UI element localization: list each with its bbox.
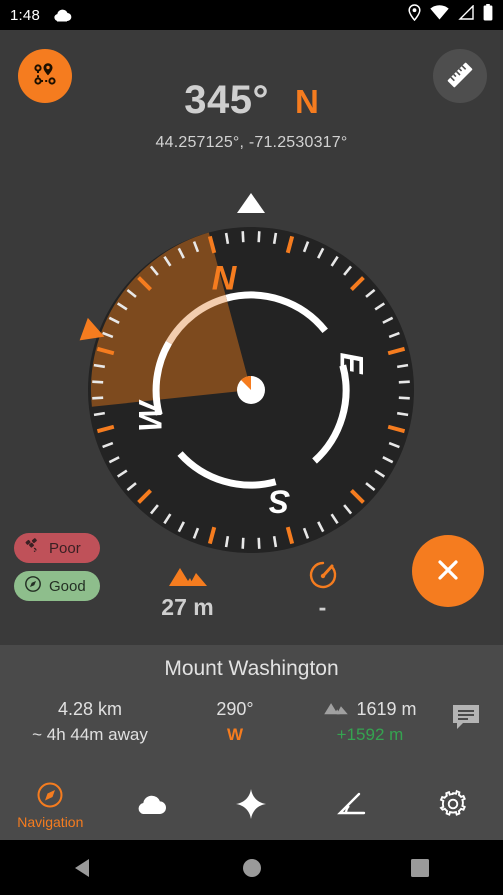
close-icon	[433, 555, 463, 588]
status-bar-icons	[408, 4, 493, 26]
target-details: 4.28 km ~ 4h 44m away 290° W 1619 m +159…	[0, 697, 503, 747]
mountain-icon	[120, 560, 255, 590]
gps-status-label: Poor	[49, 539, 81, 557]
heading-readout: 345° N	[0, 78, 503, 123]
back-icon[interactable]	[72, 856, 96, 880]
compass-status-badge[interactable]: Good	[14, 571, 100, 601]
heading-degrees: 345°	[184, 78, 269, 122]
target-distance: 4.28 km	[57, 699, 123, 719]
target-elevation-col: 1619 m +1592 m	[290, 697, 450, 747]
gear-icon	[438, 789, 468, 822]
cloud-icon	[134, 792, 168, 819]
speedometer-icon	[255, 560, 390, 590]
status-bar-time: 1:48	[10, 6, 40, 24]
compass-icon	[24, 575, 42, 597]
wifi-icon	[430, 5, 449, 25]
target-elevation: 1619 m	[356, 699, 417, 719]
status-bar: 1:48	[0, 0, 503, 30]
svg-text:N: N	[212, 260, 238, 298]
cancel-navigation-fab[interactable]	[412, 535, 484, 607]
angle-icon	[337, 791, 367, 820]
recents-icon[interactable]	[409, 857, 431, 879]
target-distance-col: 4.28 km ~ 4h 44m away	[0, 697, 180, 747]
compass-top-pointer	[237, 193, 265, 213]
battery-icon	[483, 4, 493, 26]
compass-dial[interactable]: N E S W	[51, 190, 451, 590]
nav-item-angle[interactable]	[302, 770, 403, 840]
star-icon	[235, 788, 267, 823]
ruler-icon	[444, 59, 476, 94]
location-pin-icon	[408, 4, 421, 26]
target-bearing: 290°	[216, 699, 254, 719]
signal-badges: Poor Good	[14, 533, 100, 601]
bottom-navigation: Navigation	[0, 770, 503, 840]
gps-status-badge[interactable]: Poor	[14, 533, 100, 563]
metric-altitude: 27 m	[120, 560, 255, 621]
target-bearing-cardinal: W	[226, 725, 244, 744]
home-icon[interactable]	[240, 856, 264, 880]
compass-status-label: Good	[49, 577, 86, 595]
note-icon	[451, 703, 481, 734]
coordinates-text: 44.257125°, -71.2530317°	[155, 134, 348, 151]
target-note-button[interactable]	[451, 703, 481, 734]
metric-speed-value: -	[318, 594, 327, 620]
android-nav-bar	[0, 840, 503, 895]
app-root: 1:48 345° N 44.257125°, -71.2530317° N E…	[0, 0, 503, 895]
nav-item-sky[interactable]	[201, 770, 302, 840]
target-name: Mount Washington	[164, 657, 339, 680]
target-bearing-col: 290° W	[180, 697, 290, 747]
svg-text:E: E	[333, 352, 369, 375]
compass-area: N E S W	[0, 170, 503, 723]
compass-icon	[36, 781, 64, 812]
satellite-icon	[24, 537, 42, 559]
nav-item-navigation[interactable]: Navigation	[0, 770, 101, 840]
mountain-icon	[323, 697, 349, 722]
nav-item-weather[interactable]	[101, 770, 202, 840]
metric-speed: -	[255, 560, 390, 621]
target-card[interactable]: Mount Washington 4.28 km ~ 4h 44m away 2…	[0, 645, 503, 770]
compass-center-hub	[237, 375, 265, 404]
cell-signal-icon	[458, 4, 474, 25]
heading-cardinal: N	[294, 83, 319, 120]
svg-text:S: S	[268, 483, 290, 519]
metrics-row: 27 m -	[120, 560, 390, 621]
cloud-icon	[52, 8, 72, 22]
metric-altitude-value: 27 m	[161, 594, 214, 620]
header: 345° N 44.257125°, -71.2530317°	[0, 30, 503, 170]
target-elevation-gain: +1592 m	[336, 725, 404, 744]
target-eta: ~ 4h 44m away	[32, 725, 148, 744]
nav-item-navigation-label: Navigation	[17, 813, 84, 830]
ruler-button[interactable]	[433, 49, 487, 103]
svg-text:W: W	[133, 399, 169, 432]
nav-item-settings[interactable]	[402, 770, 503, 840]
